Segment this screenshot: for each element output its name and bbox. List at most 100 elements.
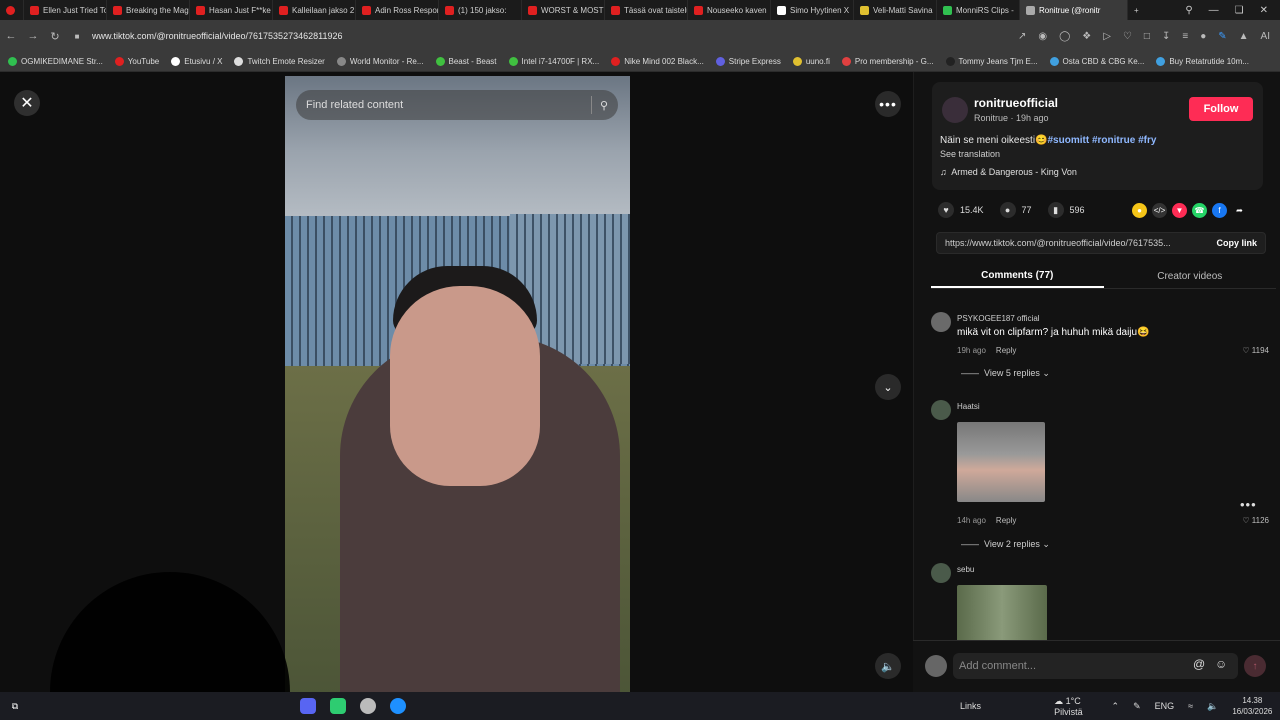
see-translation-link[interactable]: See translation [940, 149, 1000, 159]
browser-tab[interactable]: Ronitrue (@ronitr [1020, 0, 1128, 20]
clock[interactable]: 14.38 16/03/2026 [1232, 695, 1272, 717]
copy-link-button[interactable]: Copy link [1216, 238, 1265, 248]
browser-tab[interactable]: Nouseeko kaven [688, 0, 771, 20]
follow-button[interactable]: Follow [1189, 97, 1253, 121]
share-icon[interactable]: ↗ [1018, 31, 1026, 42]
download-icon[interactable]: ↧ [1162, 31, 1170, 42]
bookmark-item[interactable]: Pro membership - G... [841, 57, 934, 66]
chevron-up-icon[interactable]: ⌃ [1112, 701, 1120, 712]
speaker-icon[interactable]: 🔈 [1207, 701, 1218, 712]
bookmark-icon[interactable]: ▮ [1047, 202, 1064, 218]
video-player[interactable] [285, 76, 630, 692]
play-icon[interactable]: ▷ [1103, 31, 1111, 42]
comment-author[interactable]: PSYKOGEE187 official [957, 314, 1040, 323]
browser-tab[interactable]: WORST & MOST [522, 0, 605, 20]
embed-icon[interactable]: </> [1152, 203, 1167, 218]
language-indicator[interactable]: ENG [1155, 701, 1175, 711]
bookmark-item[interactable]: OGMIKEDIMANE Str... [8, 57, 103, 66]
view-replies-button[interactable]: —— View 5 replies ⌄ [961, 368, 1050, 379]
browser-tab[interactable]: (1) 150 jakso: [439, 0, 522, 20]
browser-tab[interactable]: Tässä ovat taistelu [605, 0, 688, 20]
find-related-search[interactable]: Find related content ⚲ [296, 90, 618, 120]
bookmark-item[interactable]: Tommy Jeans Tjm E... [945, 57, 1038, 66]
browser-tab[interactable]: Hasan Just F**ke [190, 0, 273, 20]
heart-icon[interactable]: ♡ [1123, 31, 1132, 42]
bookmark-item[interactable]: uuno.fi [792, 57, 830, 66]
camera-icon[interactable]: ◉ [1038, 31, 1047, 42]
facebook-icon[interactable]: f [1212, 203, 1227, 218]
bookmark-item[interactable]: Buy Retatrutide 10m... [1156, 57, 1249, 66]
tab-comments[interactable]: Comments (77) [931, 264, 1104, 288]
music-info[interactable]: ♫ Armed & Dangerous - King Von [940, 167, 1077, 177]
avatar[interactable] [942, 97, 968, 123]
username[interactable]: ronitrueofficial [974, 96, 1058, 110]
app-icon[interactable] [330, 698, 346, 714]
comment-image[interactable] [957, 422, 1045, 502]
weather[interactable]: ☁ 1°C Pilvistä [1054, 696, 1097, 717]
links-toolbar[interactable]: Links [960, 701, 981, 711]
browser-tab[interactable]: Veli-Matti Savina [854, 0, 937, 20]
heart-icon[interactable]: ♥ [938, 202, 954, 218]
avatar[interactable] [931, 400, 951, 420]
bookmark-item[interactable]: YouTube [114, 57, 159, 66]
discord-icon[interactable] [300, 698, 316, 714]
reply-button[interactable]: Reply [996, 516, 1016, 525]
ai-icon[interactable]: AI [1261, 31, 1270, 42]
search-tabs-icon[interactable]: ⚲ [1185, 5, 1192, 16]
video-link-field[interactable]: https://www.tiktok.com/@ronitrueofficial… [936, 232, 1266, 254]
reload-icon[interactable]: ↻ [44, 30, 66, 43]
send-icon[interactable]: ▼ [1172, 203, 1187, 218]
comment-author[interactable]: Haatsi [957, 402, 980, 411]
avatar[interactable] [931, 563, 951, 583]
pen-icon[interactable]: ✎ [1133, 701, 1141, 712]
bookmark-item[interactable]: Etusivu / X [171, 57, 222, 66]
emoji-icon[interactable]: ☺ [1215, 657, 1227, 671]
bookmark-item[interactable]: Intel i7-14700F | RX... [508, 57, 599, 66]
opera-logo-icon[interactable] [0, 0, 24, 20]
browser-tab[interactable]: Simo Hyytinen X [771, 0, 854, 20]
menu-icon[interactable]: ≡ [1182, 31, 1188, 42]
shield-icon[interactable]: ◯ [1059, 31, 1070, 42]
url-field[interactable]: www.tiktok.com/@ronitrueofficial/video/7… [92, 31, 342, 41]
profile-icon[interactable]: ● [1200, 31, 1206, 42]
extensions-icon[interactable]: ❖ [1082, 31, 1091, 42]
browser-tab[interactable]: Adin Ross Respon [356, 0, 439, 20]
cube-icon[interactable]: ▲ [1239, 31, 1249, 42]
bookmark-item[interactable]: World Monitor - Re... [336, 57, 424, 66]
close-window-icon[interactable]: ✕ [1260, 5, 1268, 16]
avatar[interactable] [931, 312, 951, 332]
chevron-down-icon[interactable]: ⌄ [875, 374, 901, 400]
bookmark-item[interactable]: Twitch Emote Resizer [234, 57, 325, 66]
new-tab-button[interactable]: + [1128, 0, 1148, 20]
app-icon[interactable] [360, 698, 376, 714]
reply-button[interactable]: Reply [996, 346, 1016, 355]
mention-icon[interactable]: @ [1193, 657, 1205, 671]
bookmark-item[interactable]: Beast - Beast [435, 57, 497, 66]
bookmark-item[interactable]: Osta CBD & CBG Ke... [1049, 57, 1144, 66]
browser-tab[interactable]: Ellen Just Tried To [24, 0, 107, 20]
comment-likes[interactable]: ♡ 1126 [1242, 516, 1269, 525]
comment-image[interactable] [957, 585, 1047, 640]
share-arrow-icon[interactable]: ➦ [1232, 203, 1247, 218]
translate-icon[interactable]: ✎ [1218, 31, 1226, 42]
whatsapp-icon[interactable]: ☎ [1192, 203, 1207, 218]
comment-likes[interactable]: ♡ 1194 [1242, 346, 1269, 355]
box-icon[interactable]: □ [1144, 31, 1150, 42]
wifi-icon[interactable]: ≈ [1188, 701, 1193, 711]
maximize-icon[interactable]: ❏ [1235, 5, 1244, 16]
browser-tab[interactable]: Kalleilaan jakso 2 [273, 0, 356, 20]
back-icon[interactable]: ← [0, 30, 22, 42]
bookmark-item[interactable]: Nike Mind 002 Black... [611, 57, 704, 66]
view-replies-button[interactable]: —— View 2 replies ⌄ [961, 539, 1050, 550]
minimize-icon[interactable]: — [1209, 5, 1219, 16]
close-icon[interactable]: ✕ [14, 90, 40, 116]
browser-tab[interactable]: MonniRS Clips - [937, 0, 1020, 20]
coin-icon[interactable]: ● [1132, 203, 1147, 218]
tab-creator-videos[interactable]: Creator videos [1104, 264, 1277, 288]
more-options-icon[interactable]: ••• [875, 91, 901, 117]
send-comment-icon[interactable]: ↑ [1244, 655, 1266, 677]
forward-icon[interactable]: → [22, 30, 44, 42]
comment-author[interactable]: sebu [957, 565, 974, 574]
comment-more-icon[interactable]: ••• [1240, 497, 1257, 512]
volume-icon[interactable]: 🔈 [875, 653, 901, 679]
